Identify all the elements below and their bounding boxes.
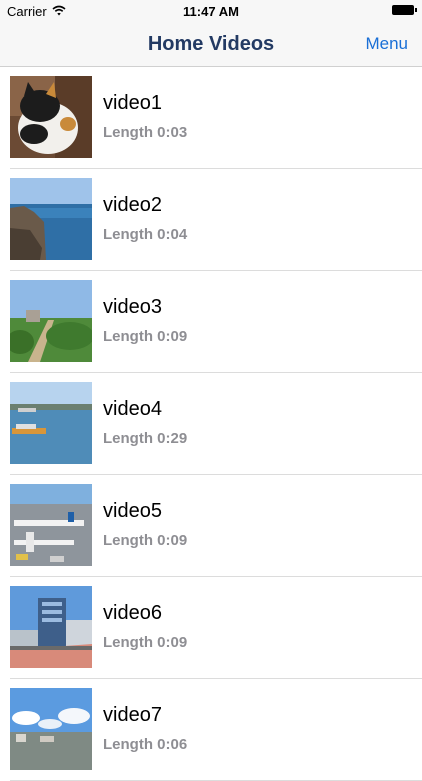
video-title: video2 — [103, 194, 162, 216]
video-title: video6 — [103, 602, 162, 624]
video-length: Length 0:06 — [103, 736, 188, 753]
video-title: video5 — [103, 500, 162, 522]
video-title: video1 — [103, 92, 162, 114]
status-time: 11:47 AM — [183, 4, 239, 19]
navigation-bar: Home Videos Menu — [0, 22, 422, 67]
video-thumbnail — [10, 688, 92, 770]
video-thumbnail — [10, 586, 92, 668]
list-item[interactable]: video2 Length 0:04 — [0, 169, 422, 271]
video-thumbnail — [10, 280, 92, 362]
video-title: video4 — [103, 398, 162, 420]
list-item[interactable]: video5 Length 0:09 — [0, 475, 422, 577]
video-length: Length 0:09 — [103, 328, 188, 345]
video-thumbnail — [10, 76, 92, 158]
video-length: Length 0:03 — [103, 124, 188, 141]
list-item[interactable]: video6 Length 0:09 — [0, 577, 422, 679]
battery-icon — [392, 5, 417, 15]
page-title: Home Videos — [147, 33, 275, 55]
menu-button[interactable]: Menu — [365, 22, 408, 66]
list-item[interactable]: video3 Length 0:09 — [0, 271, 422, 373]
list-item[interactable]: video1 Length 0:03 — [0, 67, 422, 169]
list-item[interactable]: video4 Length 0:29 — [0, 373, 422, 475]
video-thumbnail — [10, 484, 92, 566]
video-length: Length 0:04 — [103, 226, 188, 243]
video-length: Length 0:09 — [103, 532, 188, 549]
status-bar: Carrier 11:47 AM — [0, 0, 422, 22]
video-title: video3 — [103, 296, 162, 318]
video-length: Length 0:29 — [103, 430, 188, 447]
video-title: video7 — [103, 704, 162, 726]
video-list: video1 Length 0:03 video2 Length 0:04 vi… — [0, 67, 422, 781]
video-thumbnail — [10, 178, 92, 260]
video-thumbnail — [10, 382, 92, 464]
video-length: Length 0:09 — [103, 634, 188, 651]
list-item[interactable]: video7 Length 0:06 — [0, 679, 422, 781]
